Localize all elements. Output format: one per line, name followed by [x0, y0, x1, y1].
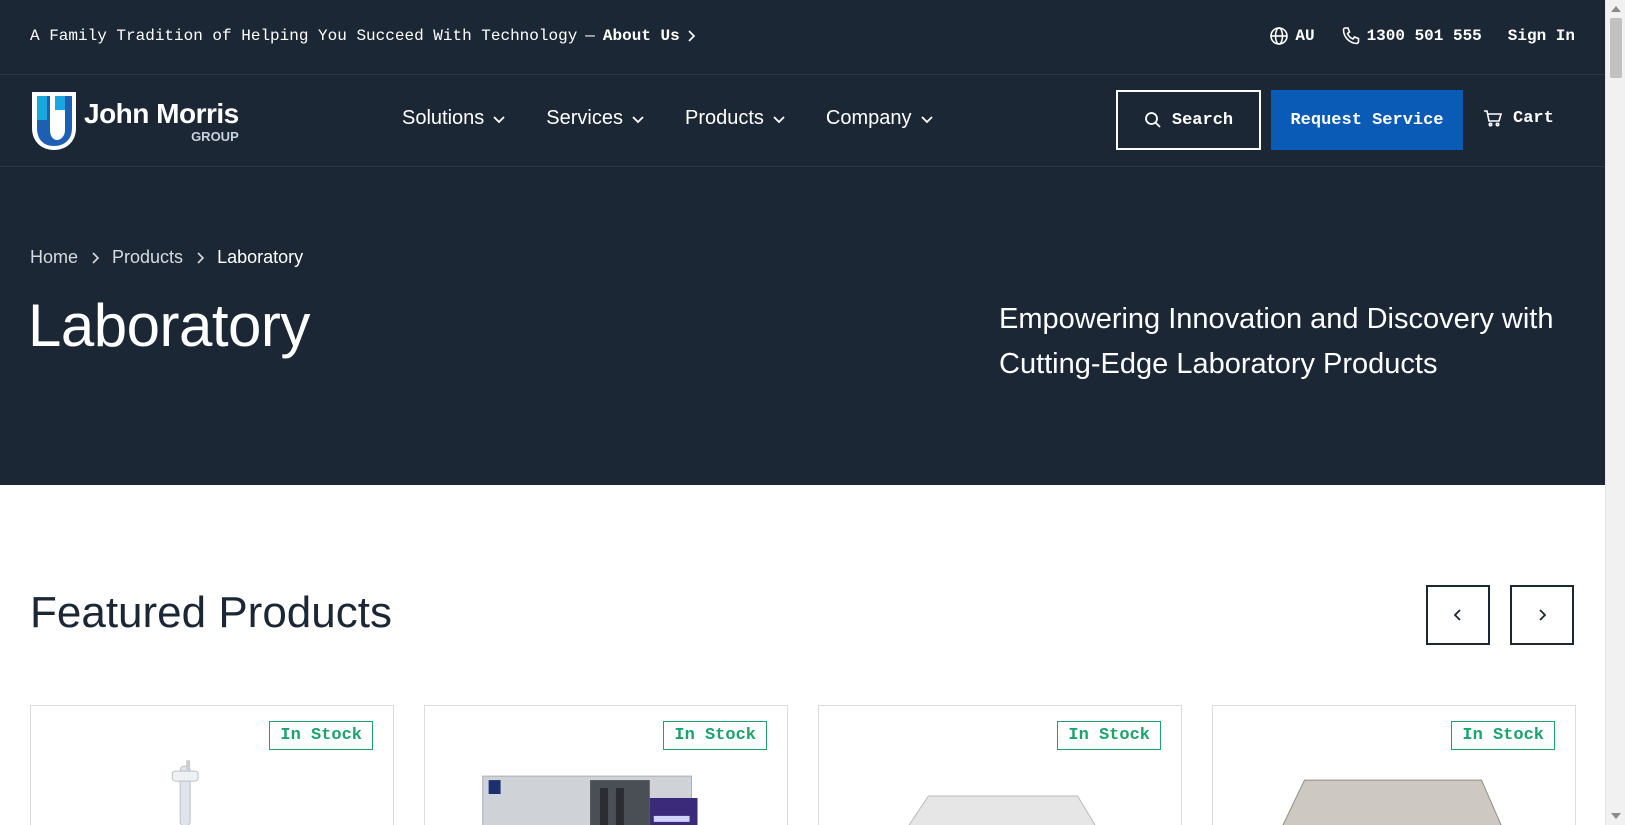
page-title: Laboratory: [28, 292, 310, 359]
featured-products-heading: Featured Products: [30, 588, 392, 637]
tip-box-image: [1282, 779, 1502, 825]
tagline-text: A Family Tradition of Helping You Succee…: [30, 27, 578, 45]
page-scrollbar[interactable]: [1605, 0, 1625, 825]
globe-icon: [1270, 27, 1289, 45]
tagline-dash: —: [585, 27, 595, 45]
phone-link[interactable]: 1300 501 555: [1341, 26, 1482, 46]
region-label: AU: [1295, 27, 1315, 45]
logo-wordmark: John Morris GROUP: [84, 97, 239, 144]
nav-products[interactable]: Products: [685, 107, 786, 130]
chevron-down-icon: [920, 115, 933, 123]
logo-name: John Morris: [84, 97, 239, 129]
chevron-right-icon: [197, 251, 205, 264]
product-card[interactable]: In Stock: [30, 705, 394, 825]
request-service-label: Request Service: [1290, 110, 1444, 130]
breadcrumb: Home Products Laboratory: [30, 247, 303, 268]
about-us-link[interactable]: About Us: [603, 27, 680, 45]
cart-icon: [1484, 110, 1503, 127]
carousel-next-button[interactable]: [1510, 585, 1574, 645]
phone-icon: [1342, 27, 1359, 45]
shield-logo-icon: [32, 92, 76, 150]
sign-in-link[interactable]: Sign In: [1508, 27, 1575, 45]
lab-cabinet-image: [482, 775, 698, 825]
nav-services-label: Services: [546, 107, 623, 129]
breadcrumb-home[interactable]: Home: [30, 247, 78, 268]
nav-solutions-label: Solutions: [402, 107, 485, 129]
hero-lede: Empowering Innovation and Discovery with…: [999, 303, 1554, 380]
hero-section: Home Products Laboratory Laboratory Empo…: [0, 167, 1605, 485]
utility-bar: A Family Tradition of Helping You Succee…: [0, 0, 1605, 75]
tagline: A Family Tradition of Helping You Succee…: [30, 27, 698, 45]
cart-label: Cart: [1513, 108, 1554, 128]
nav-company-label: Company: [825, 107, 912, 129]
search-label: Search: [1171, 110, 1234, 130]
request-service-button[interactable]: Request Service: [1271, 90, 1463, 150]
nav-services[interactable]: Services: [546, 107, 645, 130]
scroll-up-arrow[interactable]: [1611, 6, 1621, 12]
product-card[interactable]: In Stock: [424, 705, 788, 825]
chevron-down-icon: [632, 115, 644, 123]
pipette-image: [171, 760, 199, 825]
phone-number: 1300 501 555: [1366, 27, 1482, 45]
product-carousel: In Stock In Stock In Stock In Stock: [30, 705, 1576, 825]
nav-company[interactable]: Company: [826, 107, 934, 130]
chevron-down-icon: [773, 115, 785, 123]
search-button[interactable]: Search: [1116, 90, 1261, 150]
logo-sub: GROUP: [191, 128, 239, 144]
region-selector[interactable]: AU: [1269, 26, 1315, 46]
breadcrumb-products[interactable]: Products: [112, 247, 183, 268]
cart-link[interactable]: Cart: [1483, 108, 1554, 128]
scrollbar-thumb[interactable]: [1610, 18, 1622, 78]
chevron-right-icon: [92, 251, 100, 264]
search-icon: [1144, 112, 1161, 128]
main-navigation: John Morris GROUP Solutions Services Pro…: [0, 75, 1605, 167]
product-card[interactable]: In Stock: [818, 705, 1182, 825]
chevron-down-icon: [493, 115, 505, 123]
breadcrumb-current: Laboratory: [217, 247, 304, 267]
chevron-right-icon: [688, 30, 695, 42]
page: A Family Tradition of Helping You Succee…: [0, 0, 1605, 825]
carousel-prev-button[interactable]: [1426, 585, 1490, 645]
tip-rack-image: [908, 795, 1096, 825]
scroll-down-arrow[interactable]: [1611, 813, 1621, 819]
utility-links: AU 1300 501 555 Sign In: [1269, 26, 1575, 46]
sign-in-label: Sign In: [1507, 27, 1575, 45]
chevron-right-icon: [1539, 609, 1547, 621]
nav-products-label: Products: [684, 107, 764, 129]
primary-nav: Solutions Services Products Company: [402, 107, 934, 130]
john-morris-logo[interactable]: John Morris GROUP: [30, 90, 240, 152]
nav-solutions[interactable]: Solutions: [402, 107, 506, 130]
product-card[interactable]: In Stock: [1212, 705, 1576, 825]
chevron-left-icon: [1453, 609, 1461, 621]
